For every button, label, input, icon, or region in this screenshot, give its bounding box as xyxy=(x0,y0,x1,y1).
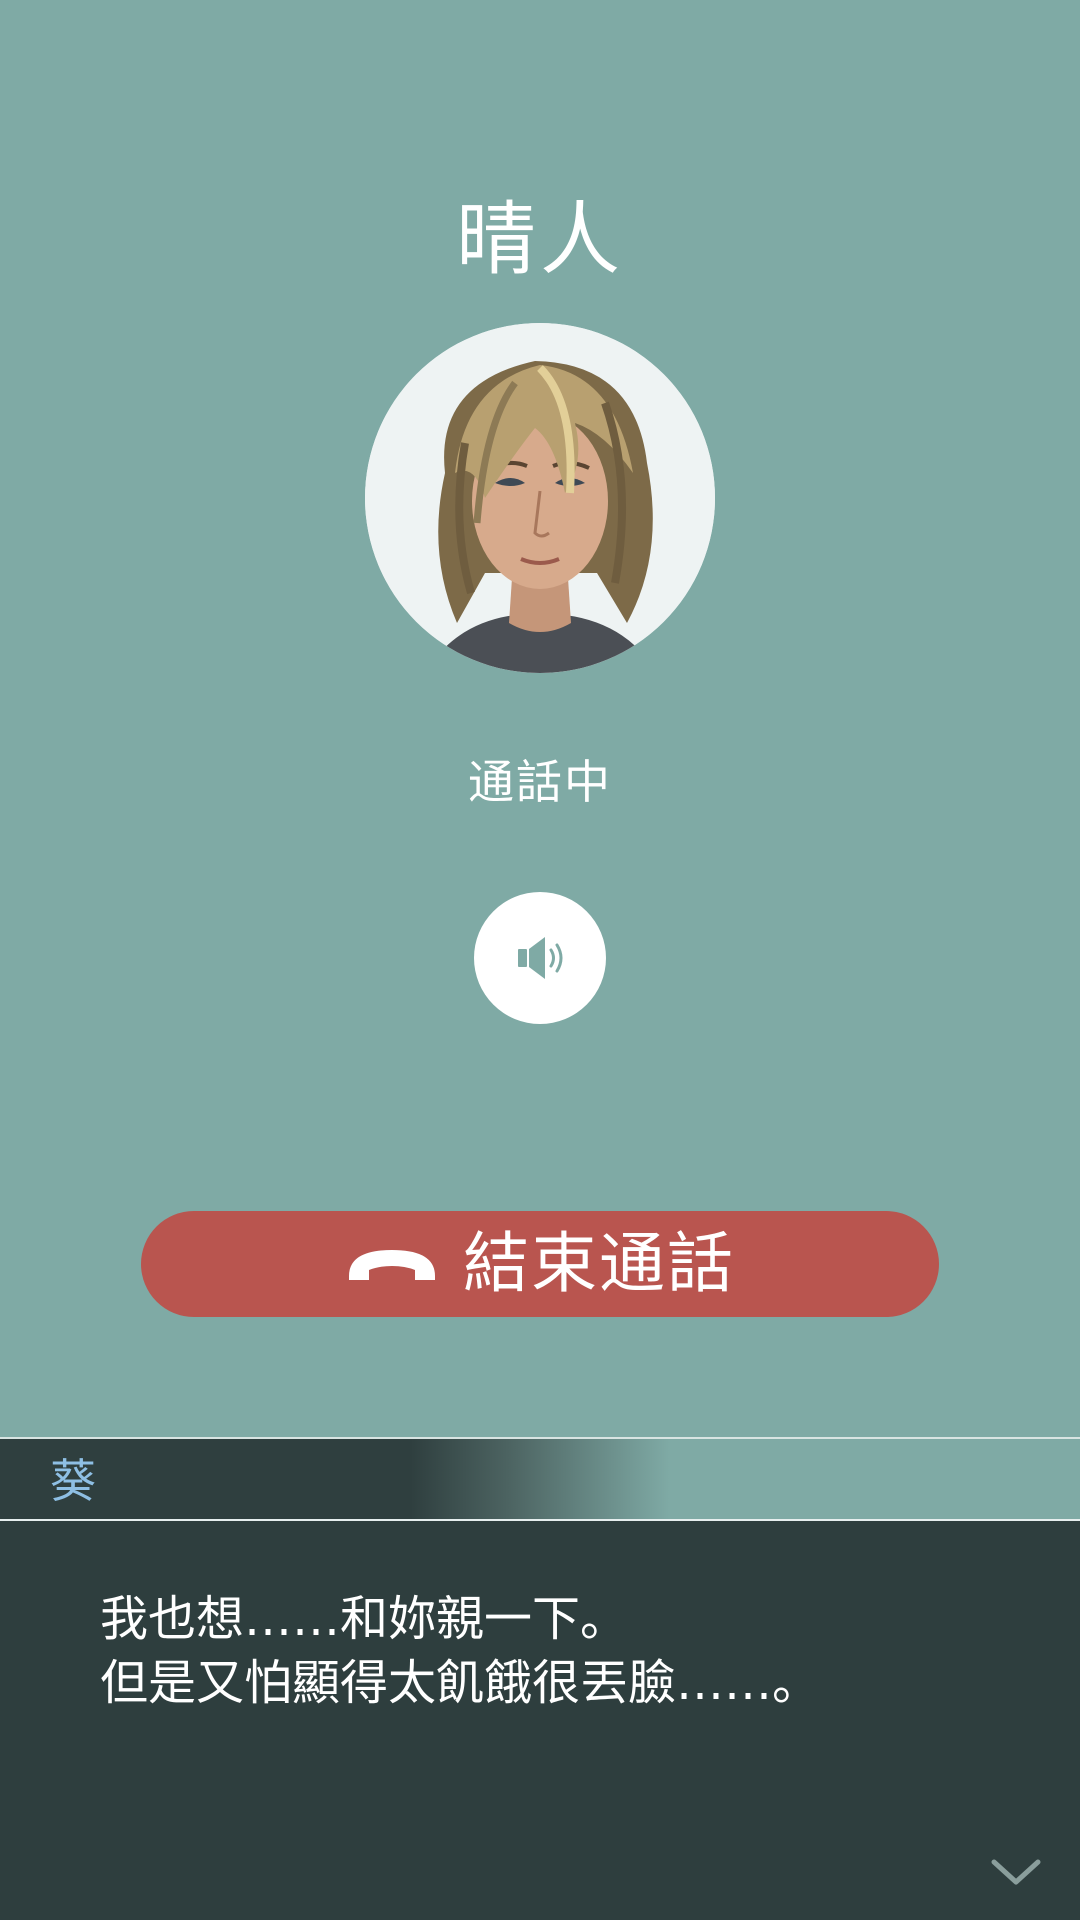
call-status-text: 通話中 xyxy=(468,755,612,809)
caller-name: 晴人 xyxy=(456,193,624,286)
speaker-name-bar: 葵 xyxy=(0,1437,1080,1523)
dialogue-line: 我也想……和妳親一下。 xyxy=(100,1591,629,1647)
end-call-label: 結束通話 xyxy=(463,1225,735,1302)
hang-up-phone-icon xyxy=(349,1250,435,1280)
caller-avatar xyxy=(365,323,715,673)
speaker-name: 葵 xyxy=(50,1454,96,1508)
dialogue-line: 但是又怕顯得太飢餓很丟臉……。 xyxy=(100,1655,821,1711)
end-call-button[interactable]: 結束通話 xyxy=(141,1211,939,1317)
call-screen: 晴人 通話中 結束通話 葵 我也想……和妳親一下。 但是又怕顯得太飢餓很丟臉……… xyxy=(0,0,1080,1920)
speaker-button[interactable] xyxy=(474,892,606,1024)
caller-portrait-icon xyxy=(365,323,715,673)
dialogue-box[interactable]: 我也想……和妳親一下。 但是又怕顯得太飢餓很丟臉……。 xyxy=(0,1521,1080,1920)
chevron-down-icon[interactable] xyxy=(990,1856,1042,1888)
speaker-icon xyxy=(518,937,563,979)
